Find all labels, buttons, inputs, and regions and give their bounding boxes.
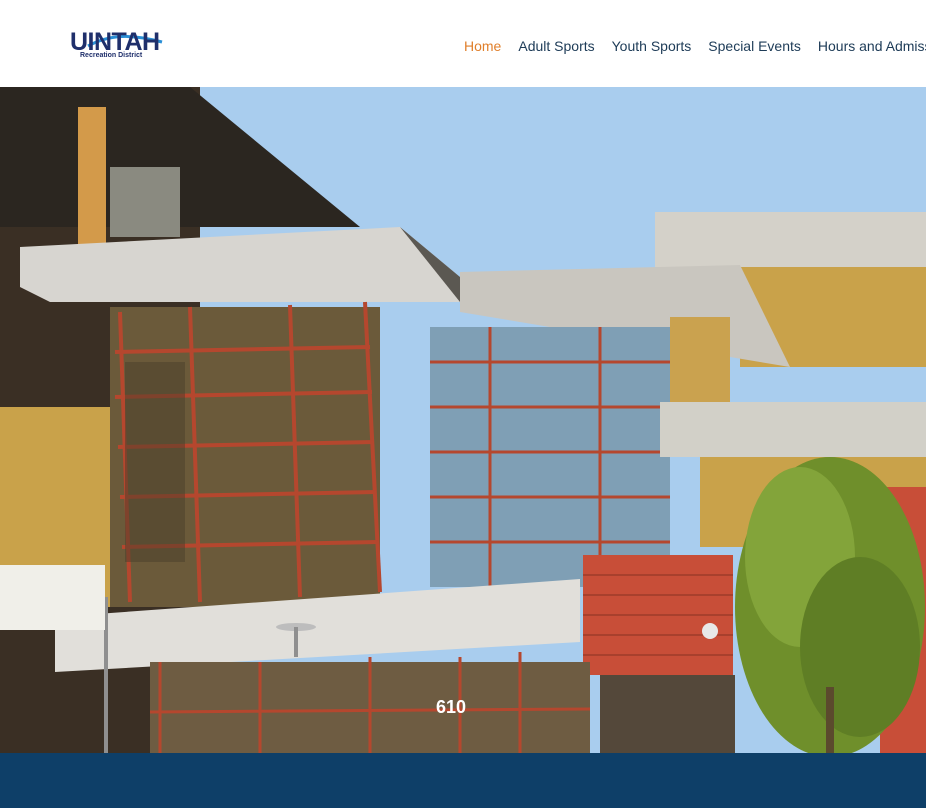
nav-item-special-events[interactable]: Special Events [708, 37, 801, 55]
nav-item-hours-and-admissions[interactable]: Hours and Admissions [818, 37, 926, 55]
footer-band [0, 753, 926, 808]
site-header: UINTAH Recreation District Home Adult Sp… [0, 0, 926, 87]
hero-building-image: 610 [0, 87, 926, 753]
nav-item-youth-sports[interactable]: Youth Sports [612, 37, 692, 55]
nav-item-home[interactable]: Home [464, 37, 501, 55]
logo-subtitle: Recreation District [80, 52, 143, 59]
building-number-sign: 610 [436, 697, 466, 717]
building-illustration: 610 [0, 87, 926, 753]
main-nav: Home Adult Sports Youth Sports Special E… [464, 37, 926, 55]
nav-item-adult-sports[interactable]: Adult Sports [518, 37, 594, 55]
uintah-logo[interactable]: UINTAH Recreation District [70, 28, 166, 62]
